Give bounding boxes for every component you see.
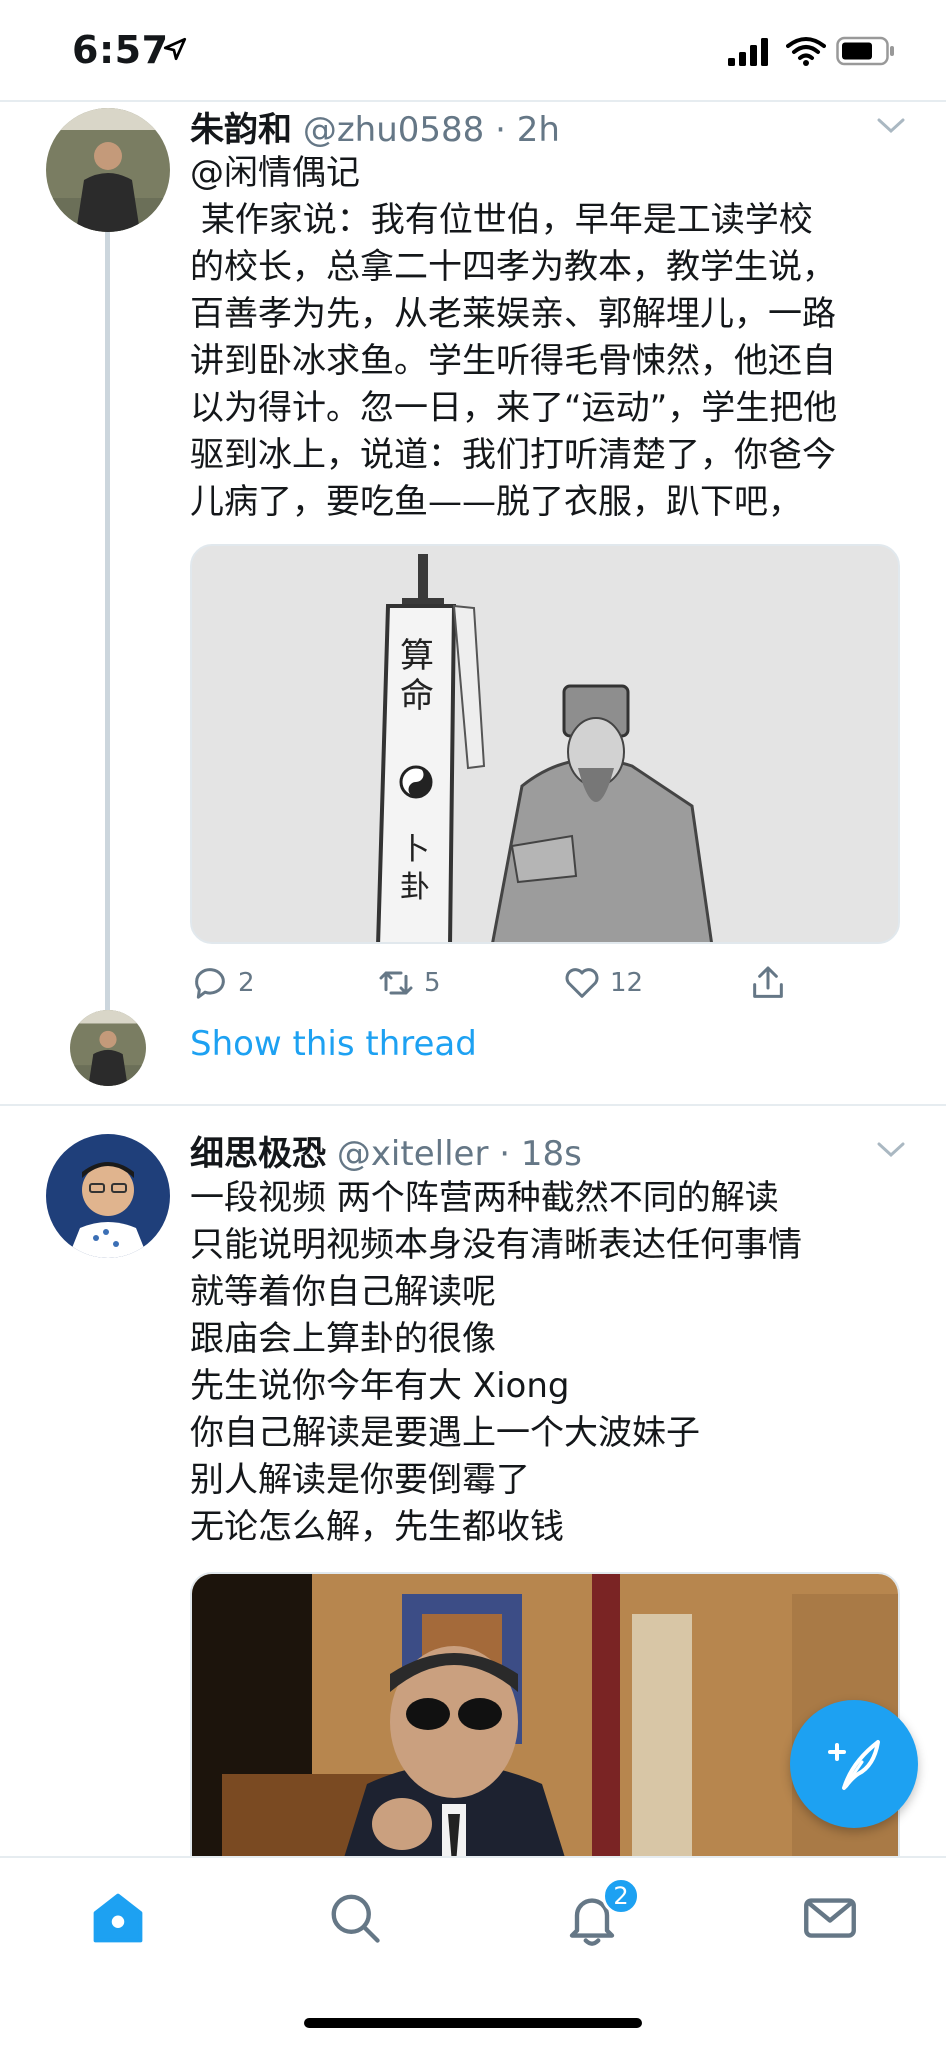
tweet-body: 某作家说：我有位世伯，早年是工读学校 的校长，总拿二十四孝为教本，教学生说， 百… [190,200,838,522]
wifi-icon [786,37,826,66]
thread-line [105,232,110,1010]
tweet-actions: 2 5 12 [190,958,890,1008]
status-time: 6:57 [72,28,169,72]
reply-button[interactable]: 2 [190,958,255,1008]
author-handle[interactable]: @zhu0588 [303,110,484,150]
battery-icon [836,36,894,66]
author-handle[interactable]: @xiteller [337,1134,489,1174]
reply-icon [195,968,225,999]
location-arrow-icon [163,37,187,61]
home-icon[interactable] [88,1888,148,1948]
author-name[interactable]: 朱韵和 [190,110,292,150]
reply-to-mention[interactable]: @闲情偶记 [190,150,910,197]
like-count: 12 [610,968,644,998]
retweet-count: 5 [424,968,441,998]
search-icon[interactable] [325,1888,385,1948]
notifications-badge: 2 [602,1877,640,1915]
show-thread-link[interactable]: Show this thread [190,1024,477,1064]
avatar[interactable] [46,108,170,232]
home-indicator[interactable] [304,2018,642,2028]
cellular-signal-icon [728,38,768,66]
tweet-media-video[interactable] [190,1572,900,1862]
tweet-author-line: 朱韵和 @zhu0588 · 2h [190,110,560,150]
divider [0,1104,946,1106]
share-button[interactable] [748,958,796,1008]
status-bar: 6:57 [0,0,946,100]
avatar[interactable] [46,1134,170,1258]
retweet-button[interactable]: 5 [376,958,441,1008]
tweet-author-line: 细思极恐 @xiteller · 18s [190,1134,582,1174]
author-name[interactable]: 细思极恐 [190,1134,326,1174]
media-banner-text-top: 算命 [400,636,434,716]
compose-feather-icon [828,1740,880,1790]
like-button[interactable]: 12 [562,958,643,1008]
share-icon [753,966,783,998]
compose-tweet-button[interactable] [790,1700,918,1828]
thread-avatar[interactable] [70,1010,146,1086]
tweet-time: 18s [520,1134,582,1174]
tweet-body: 一段视频 两个阵营两种截然不同的解读 只能说明视频本身没有清晰表达任何事情 就等… [190,1178,802,1547]
tweet-time: 2h [516,110,560,150]
media-banner-text-bottom: 卜卦 [400,832,430,905]
tweet-media-image[interactable]: 算命 卜卦 [190,544,900,944]
reply-count: 2 [238,968,255,998]
heart-icon [565,968,599,998]
chevron-down-icon[interactable] [876,116,906,136]
retweet-icon [379,971,413,995]
messages-icon[interactable] [800,1888,860,1948]
chevron-down-icon[interactable] [876,1140,906,1160]
